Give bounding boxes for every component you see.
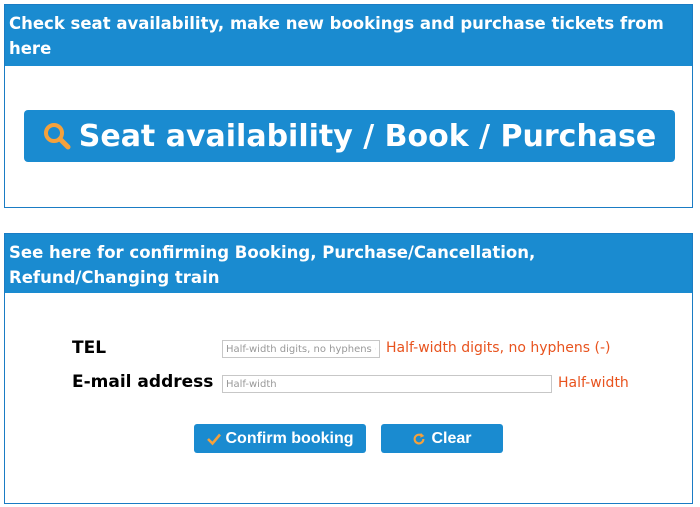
clear-button-label: Clear: [431, 429, 472, 447]
seat-availability-book-purchase-button[interactable]: Seat availability / Book / Purchase: [24, 110, 675, 162]
booking-confirmation-header-line1: See here for confirming Booking, Purchas…: [9, 243, 536, 262]
search-icon: [43, 122, 71, 150]
tel-input[interactable]: [222, 340, 380, 358]
email-hint: Half-width: [558, 375, 629, 391]
tel-hint: Half-width digits, no hyphens (-): [386, 340, 611, 356]
seat-availability-panel-header: Check seat availability, make new bookin…: [5, 5, 692, 66]
confirm-booking-label: Confirm booking: [225, 429, 354, 447]
booking-confirmation-panel: See here for confirming Booking, Purchas…: [4, 233, 693, 504]
booking-confirmation-header-line2: Refund/Changing train: [9, 268, 220, 287]
seat-availability-button-label: Seat availability / Book / Purchase: [78, 118, 657, 154]
clear-button[interactable]: Clear: [381, 424, 503, 453]
email-input[interactable]: [222, 375, 552, 393]
confirm-booking-button[interactable]: Confirm booking: [194, 424, 366, 453]
booking-confirmation-panel-header: See here for confirming Booking, Purchas…: [5, 234, 692, 293]
email-label: E-mail address: [72, 372, 214, 392]
seat-availability-panel: Check seat availability, make new bookin…: [4, 4, 693, 208]
tel-label: TEL: [72, 338, 107, 358]
refresh-icon: [412, 432, 426, 446]
checkmark-icon: [206, 432, 221, 446]
